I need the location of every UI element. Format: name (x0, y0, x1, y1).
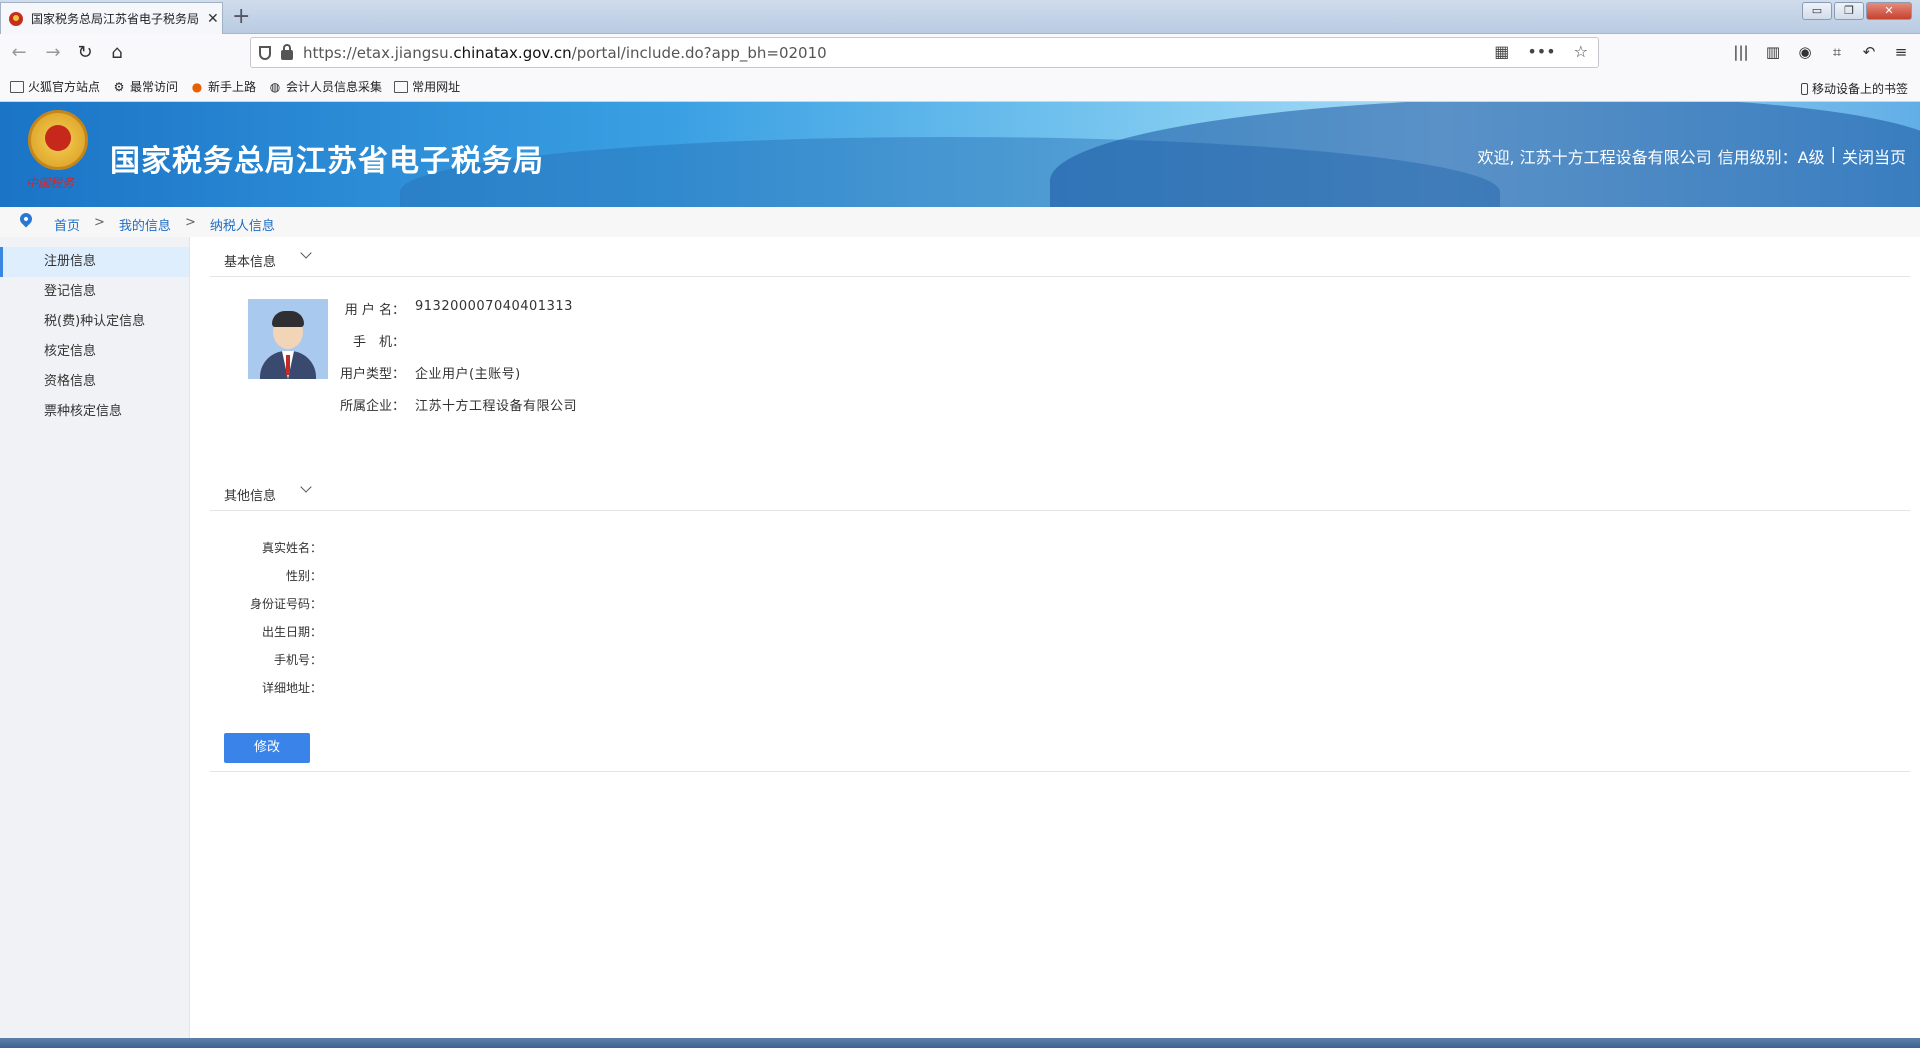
other-info-header[interactable]: 其他信息 (210, 471, 1910, 511)
sidebar-item-assessment[interactable]: 核定信息 (0, 337, 189, 367)
library-icon[interactable]: ||| (1732, 40, 1750, 64)
mobile-bookmarks[interactable]: 移动设备上的书签 (1800, 80, 1908, 97)
bookmark-item[interactable]: ◍ 会计人员信息采集 (268, 78, 382, 95)
close-page-link[interactable]: 关闭当页 (1842, 144, 1906, 168)
site-title: 国家税务总局江苏省电子税务局 (110, 144, 544, 179)
divider (210, 771, 1910, 772)
minimize-button[interactable]: ▭ (1802, 2, 1832, 20)
chevron-down-icon[interactable] (300, 247, 312, 259)
sidebar-item-qualification[interactable]: 资格信息 (0, 367, 189, 397)
emblem-disc (28, 110, 88, 170)
tax-emblem-logo: 中国税务 (22, 110, 94, 202)
restore-button[interactable]: ❐ (1834, 2, 1864, 20)
user-welcome: 欢迎, 江苏十方工程设备有限公司 信用级别：A级 | 关闭当页 (1477, 144, 1906, 168)
gear-icon: ⚙ (113, 79, 125, 94)
bookmark-item[interactable]: 火狐官方站点 (10, 78, 100, 95)
breadcrumb-separator: > (184, 215, 196, 230)
browser-navbar: ← → ↻ ⌂ https://etax.jiangsu.chinatax.go… (0, 34, 1920, 72)
info-row-company: 所属企业： 江苏十方工程设备有限公司 (339, 399, 578, 414)
bookmark-item[interactable]: ● 新手上路 (190, 78, 256, 95)
crop-icon[interactable]: ⌗ (1828, 40, 1846, 64)
url-bar[interactable]: https://etax.jiangsu.chinatax.gov.cn/por… (250, 37, 1599, 68)
folder-icon (10, 80, 24, 93)
sidebar-item-enrollment[interactable]: 登记信息 (0, 277, 189, 307)
other-row-id-number: 身份证号码： (249, 597, 322, 611)
home-icon[interactable]: ⌂ (104, 40, 130, 66)
folder-icon (394, 80, 409, 93)
location-pin-icon (17, 210, 35, 228)
account-icon[interactable]: ◉ (1796, 40, 1814, 64)
other-row-gender: 性别： (285, 569, 322, 583)
info-row-user-type: 用户类型： 企业用户(主账号) (339, 367, 521, 382)
bookmarks-bar: 火狐官方站点 ⚙ 最常访问 ● 新手上路 ◍ 会计人员信息采集 常用网址 移动设备上的… (0, 72, 1920, 102)
emblem-seal-text: 中国税务 (26, 176, 75, 190)
basic-info-header[interactable]: 基本信息 (210, 237, 1910, 277)
window-controls: ▭ ❐ ✕ (1802, 2, 1912, 20)
url-text[interactable]: https://etax.jiangsu.chinatax.gov.cn/por… (303, 44, 827, 62)
bookmark-item[interactable]: 常用网址 (394, 78, 460, 95)
other-row-address: 详细地址： (261, 681, 322, 695)
more-options-icon[interactable]: ••• (1527, 42, 1555, 61)
chevron-down-icon[interactable] (300, 481, 312, 493)
other-row-real-name: 真实姓名： (261, 541, 322, 555)
menu-icon[interactable]: ≡ (1892, 40, 1910, 64)
tax-emblem-icon (9, 11, 23, 26)
forward-icon[interactable]: → (40, 40, 66, 66)
browser-tab[interactable]: 国家税务总局江苏省电子税务局 ✕ (0, 2, 223, 34)
other-row-mobile: 手机号： (273, 653, 322, 667)
sidebar-item-invoice-type[interactable]: 票种核定信息 (0, 397, 189, 427)
window-close-button[interactable]: ✕ (1866, 2, 1912, 20)
welcome-text: 欢迎, 江苏十方工程设备有限公司 (1477, 148, 1712, 167)
info-row-username: 用 户 名： 913200007040401313 (344, 299, 573, 318)
bookmark-item[interactable]: ⚙ 最常访问 (112, 78, 178, 95)
undo-icon[interactable]: ↶ (1860, 40, 1878, 64)
other-row-birth-date: 出生日期： (261, 625, 322, 639)
credit-level: 信用级别：A级 (1717, 148, 1825, 167)
tab-title: 国家税务总局江苏省电子税务局 (31, 12, 200, 26)
os-taskbar (0, 1038, 1920, 1048)
info-row-phone: 手 机： (352, 335, 405, 350)
browser-toolbar: ||| ▥ ◉ ⌗ ↶ ≡ (1732, 40, 1910, 64)
firefox-icon: ● (191, 79, 203, 94)
qr-code-icon[interactable]: ▦ (1494, 42, 1509, 61)
globe-icon: ◍ (269, 79, 281, 94)
breadcrumb-my-info[interactable]: 我的信息 (119, 215, 171, 234)
sidebar-icon[interactable]: ▥ (1764, 40, 1782, 64)
section-title: 基本信息 (224, 255, 277, 270)
bookmark-star-icon[interactable]: ☆ (1574, 42, 1588, 61)
browser-titlebar: 国家税务总局江苏省电子税务局 ✕ + ▭ ❐ ✕ (0, 0, 1920, 34)
main-content: 基本信息 用 户 名： 913200007040401313 手 机： 用户类型… (210, 237, 1910, 797)
breadcrumb: 首页 > 我的信息 > 纳税人信息 (0, 207, 1920, 237)
avatar (248, 299, 328, 379)
breadcrumb-current[interactable]: 纳税人信息 (210, 215, 275, 234)
lock-icon[interactable] (281, 43, 293, 60)
breadcrumb-separator: > (94, 215, 105, 230)
site-banner: 中国税务 国家税务总局江苏省电子税务局 欢迎, 江苏十方工程设备有限公司 信用级… (0, 102, 1920, 207)
reload-icon[interactable]: ↻ (72, 40, 98, 66)
new-tab-button[interactable]: + (232, 4, 250, 29)
tab-close-icon[interactable]: ✕ (207, 11, 219, 27)
sidebar: 注册信息 登记信息 税(费)种认定信息 核定信息 资格信息 票种核定信息 (0, 237, 190, 1038)
separator: | (1830, 144, 1836, 163)
breadcrumb-home[interactable]: 首页 (54, 215, 80, 234)
back-icon[interactable]: ← (6, 40, 32, 66)
sidebar-item-tax-type[interactable]: 税(费)种认定信息 (0, 307, 189, 337)
sidebar-item-registration[interactable]: 注册信息 (0, 247, 189, 277)
phone-icon (1800, 82, 1808, 95)
edit-button[interactable]: 修改 (224, 733, 310, 763)
section-title: 其他信息 (224, 489, 277, 504)
shield-icon[interactable] (259, 45, 271, 60)
